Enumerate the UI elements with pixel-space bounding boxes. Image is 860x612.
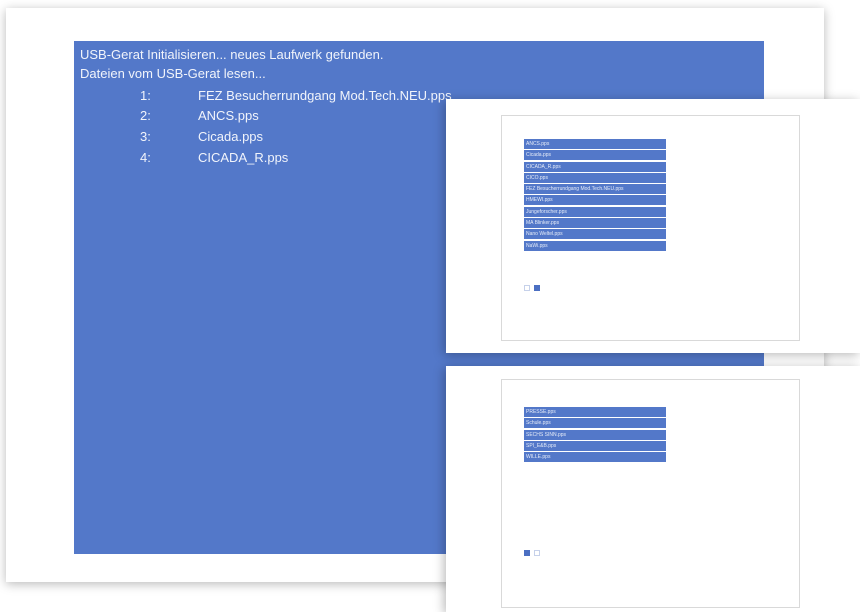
file-name: FEZ Besucherrundgang Mod.Tech.NEU.pps	[198, 88, 452, 103]
status-line-reading: Dateien vom USB-Gerat lesen...	[80, 66, 266, 81]
menu-item-file[interactable]: NaWi.pps	[524, 240, 666, 251]
page-dot-2-active[interactable]	[534, 285, 540, 291]
file-number: 2:	[140, 108, 151, 123]
file-menu-list: ANCS.pps Cicada.pps CICADA_R.pps CICO.pp…	[524, 139, 666, 252]
page-dot-1-active[interactable]	[524, 550, 530, 556]
menu-item-file[interactable]: Jungeforscher.pps	[524, 206, 666, 217]
menu-item-file[interactable]: WILLE.pps	[524, 452, 666, 463]
file-menu-panel-page-2: ANCS.pps Cicada.pps CICADA_R.pps CICO.pp…	[446, 99, 860, 353]
page-indicator	[524, 550, 540, 556]
status-line-init: USB-Gerat Initialisieren... neues Laufwe…	[80, 47, 384, 62]
page-dot-1[interactable]	[524, 285, 530, 291]
menu-item-file[interactable]: FEZ Besucherrundgang Mod.Tech.NEU.pps	[524, 184, 666, 195]
menu-item-file[interactable]: SECHS SINN.pps	[524, 429, 666, 440]
menu-item-file[interactable]: Schule.pps	[524, 418, 666, 429]
menu-item-file[interactable]: PRESSE.pps	[524, 407, 666, 417]
file-number: 3:	[140, 129, 151, 144]
file-name: Cicada.pps	[198, 129, 264, 144]
menu-item-file[interactable]: CICADA_R.pps	[524, 161, 666, 172]
menu-item-file[interactable]: SPI_E&B.pps	[524, 440, 666, 451]
menu-item-file[interactable]: ANCS.pps	[524, 139, 666, 149]
file-menu-panel-page-1: PRESSE.pps Schule.pps SECHS SINN.pps SPI…	[446, 366, 860, 612]
file-number: 4:	[140, 150, 151, 165]
menu-item-file[interactable]: CICO.pps	[524, 172, 666, 183]
menu-item-file[interactable]: Cicada.pps	[524, 150, 666, 161]
menu-item-file[interactable]: Nano Weltel.pps	[524, 229, 666, 240]
menu-item-file[interactable]: MA Blinker.pps	[524, 218, 666, 229]
page-indicator	[524, 285, 540, 291]
menu-item-file[interactable]: HMEWI.pps	[524, 195, 666, 206]
page-dot-2[interactable]	[534, 550, 540, 556]
file-number: 1:	[140, 88, 151, 103]
file-name: CICADA_R.pps	[198, 150, 289, 165]
file-name: ANCS.pps	[198, 108, 259, 123]
file-menu-list: PRESSE.pps Schule.pps SECHS SINN.pps SPI…	[524, 407, 666, 463]
